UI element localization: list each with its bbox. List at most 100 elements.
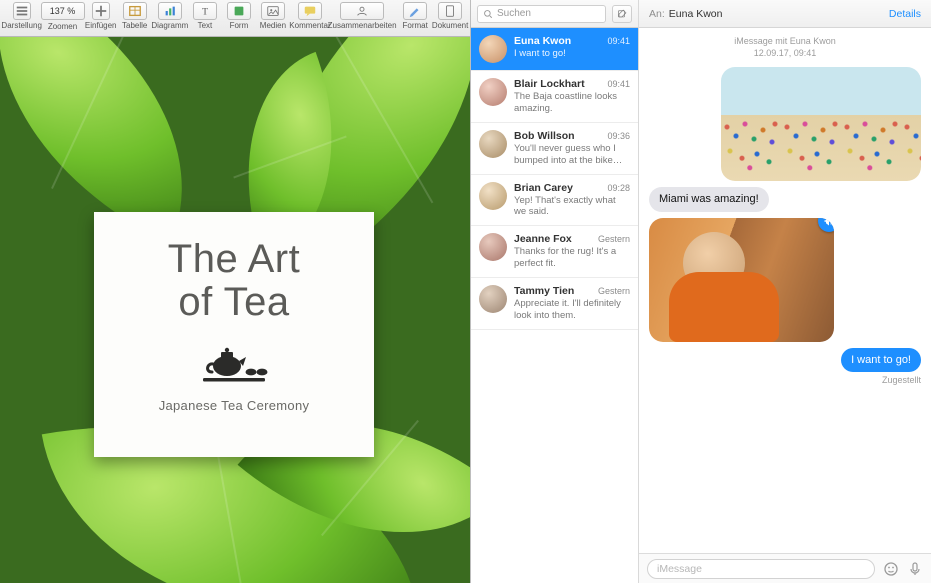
chart-icon [158,2,182,20]
comment-button[interactable]: Kommentar [292,2,328,30]
conversation-name: Brian Carey [514,182,573,194]
avatar [479,130,507,158]
beach-photo [721,67,921,181]
messages-window: Suchen Euna Kwon 09:41 I want to go! Blair … [471,0,931,583]
document-title: The Art of Tea [168,238,300,324]
chart-label: Diagramm [151,21,188,30]
avatar [479,182,507,210]
message-thread[interactable]: iMessage mit Euna Kwon 12.09.17, 09:41 M… [639,28,931,553]
conversation-time: Gestern [598,234,630,244]
pages-editor-window: Darstellung 137 % Zoomen Einfügen Tabell… [0,0,471,583]
teapot-icon [199,346,269,384]
microphone-button-icon[interactable] [907,561,923,577]
sidebar-toolbar: Suchen [471,0,638,28]
format-button[interactable]: Format [400,2,430,30]
new-message-button[interactable] [612,5,632,23]
conversation-time: Gestern [598,286,630,296]
tapback-like-icon[interactable] [818,218,834,232]
collaborate-label: Zusammenarbeiten [328,21,397,30]
zoom-dropdown[interactable]: 137 % Zoomen [43,2,81,31]
conversation-name: Tammy Tien [514,285,574,297]
conversation-preview: Thanks for the rug! It's a perfect fit. [514,246,630,270]
conversation-sidebar: Suchen Euna Kwon 09:41 I want to go! Blair … [471,0,639,583]
to-label: An: [649,8,665,20]
conversation-item[interactable]: Bob Willson 09:36 You'll never guess who I… [471,123,638,175]
comment-icon [298,2,322,20]
view-icon [13,2,31,20]
view-menu-button[interactable]: Darstellung [4,2,39,30]
format-icon [403,2,427,20]
search-icon [483,9,493,19]
conversation-time: 09:41 [607,36,630,46]
recipient-name: Euna Kwon [669,8,723,20]
media-button[interactable]: Medien [258,2,288,30]
conversation-time: 09:41 [607,79,630,89]
svg-text:T: T [202,7,208,18]
conversation-name: Euna Kwon [514,35,571,47]
insert-icon [92,2,110,20]
insert-label: Einfügen [85,21,117,30]
conversation-name: Jeanne Fox [514,233,572,245]
delivered-status: Zugestellt [882,375,921,385]
view-label: Darstellung [1,21,41,30]
outgoing-bubble: I want to go! [841,348,921,372]
conversation-preview: Yep! That's exactly what we said. [514,195,630,219]
search-placeholder: Suchen [497,8,531,19]
conversation-item[interactable]: Tammy Tien Gestern Appreciate it. I'll def… [471,278,638,330]
message-out-image[interactable] [649,67,921,181]
media-icon [261,2,285,20]
conversation-item[interactable]: Euna Kwon 09:41 I want to go! [471,28,638,71]
avatar [479,35,507,63]
message-input-placeholder: iMessage [657,563,702,575]
text-label: Text [198,21,213,30]
chat-header: An: Euna Kwon Details [639,0,931,28]
table-icon [123,2,147,20]
shape-button[interactable]: Form [224,2,254,30]
insert-button[interactable]: Einfügen [86,2,116,30]
table-button[interactable]: Tabelle [120,2,150,30]
zoom-value: 137 % [41,2,85,20]
shape-icon [227,2,251,20]
conversation-preview: The Baja coastline looks amazing. [514,91,630,115]
conversation-item[interactable]: Brian Carey 09:28 Yep! That's exactly what… [471,175,638,227]
search-input[interactable]: Suchen [477,5,606,23]
document-label: Dokument [432,21,468,30]
zoom-label: Zoomen [48,22,77,31]
compose-bar: iMessage [639,553,931,583]
editor-canvas[interactable]: The Art of Tea Japanese Tea Ceremony [0,37,470,583]
comment-label: Kommentar [289,21,330,30]
conversation-item[interactable]: Jeanne Fox Gestern Thanks for the rug! It'… [471,226,638,278]
conversation-list[interactable]: Euna Kwon 09:41 I want to go! Blair Lockhar… [471,28,638,583]
message-input[interactable]: iMessage [647,559,875,579]
editor-toolbar: Darstellung 137 % Zoomen Einfügen Tabell… [0,0,470,37]
conversation-preview: Appreciate it. I'll definitely look into… [514,298,630,322]
incoming-bubble: Miami was amazing! [649,187,769,211]
message-in-text[interactable]: Miami was amazing! [649,187,921,211]
format-label: Format [403,21,428,30]
avatar [479,78,507,106]
details-button[interactable]: Details [889,8,921,20]
document-subtitle: Japanese Tea Ceremony [159,398,310,413]
conversation-name: Blair Lockhart [514,78,585,90]
message-out-text[interactable]: I want to go! [649,348,921,372]
title-card[interactable]: The Art of Tea Japanese Tea Ceremony [94,212,374,457]
media-label: Medien [260,21,286,30]
message-in-image[interactable] [649,218,921,342]
text-button[interactable]: T Text [190,2,220,30]
emoji-button-icon[interactable] [883,561,899,577]
collaborate-button[interactable]: Zusammenarbeiten [332,2,392,30]
avatar [479,285,507,313]
conversation-time: 09:36 [607,131,630,141]
conversation-time: 09:28 [607,183,630,193]
conversation-name: Bob Willson [514,130,575,142]
document-button[interactable]: Dokument [434,2,466,30]
conversation-preview: You'll never guess who I bumped into at … [514,143,630,167]
portrait-photo [649,218,834,342]
avatar [479,233,507,261]
conversation-item[interactable]: Blair Lockhart 09:41 The Baja coastline lo… [471,71,638,123]
conversation-preview: I want to go! [514,48,630,60]
compose-icon [617,8,628,19]
chart-button[interactable]: Diagramm [154,2,186,30]
text-icon: T [193,2,217,20]
collaborate-icon [340,2,384,20]
